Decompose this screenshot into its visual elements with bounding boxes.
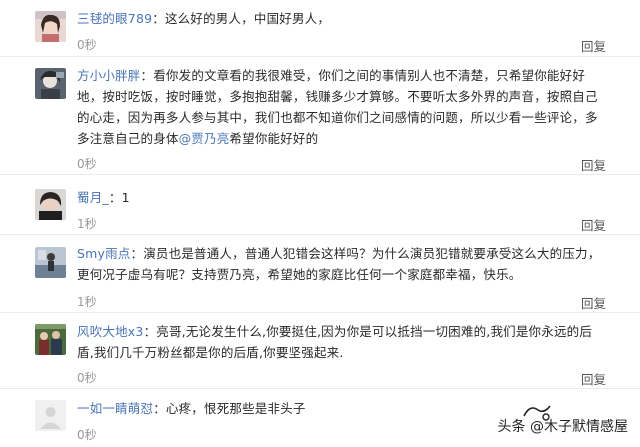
comment-time: 1秒 (77, 217, 97, 231)
avatar-girl-icon[interactable] (35, 11, 66, 42)
reply-button[interactable]: 回复 (581, 369, 606, 388)
comment-time: 0秒 (77, 428, 97, 442)
comment-text: 看你发的文章看的我很难受，你们之间的事情别人也不清楚，只希望你能好好地，按时吃饭… (77, 68, 598, 146)
avatar-blank-icon[interactable] (35, 400, 66, 431)
reply-button[interactable]: 回复 (581, 155, 606, 174)
mention-link[interactable]: @贾乃亮 (179, 131, 230, 146)
comment-text: 这么好的男人，中国好男人， (164, 11, 331, 26)
avatar-figure-icon[interactable] (35, 247, 66, 278)
comment-time: 0秒 (77, 38, 97, 52)
comment-username[interactable]: 方小小胖胖 (77, 68, 141, 83)
comment-text: 演员也是普通人，普通人犯错会这样吗？为什么演员犯错就要承受这么大的压力，更何况子… (77, 246, 601, 282)
comment-username[interactable]: 蜀月_ (77, 190, 109, 205)
comment-text: 心疼，恨死那些是非头子 (165, 401, 306, 416)
comment-username[interactable]: 三毬的眼789 (77, 11, 152, 26)
comment-item: 方小小胖胖：看你发的文章看的我很难受，你们之间的事情别人也不清楚，只希望你能好好… (0, 56, 640, 175)
comment-body: 三毬的眼789：这么好的男人，中国好男人， (77, 11, 331, 26)
avatar-anime-icon[interactable] (35, 68, 66, 99)
comment-item: Smy雨点：演员也是普通人，普通人犯错会这样吗？为什么演员犯错就要承受这么大的压… (0, 234, 640, 313)
comment-username[interactable]: 风吹大地x3 (77, 324, 144, 339)
comment-text: 1 (121, 190, 130, 205)
comment-username[interactable]: 一如一睛萌怼 (77, 401, 153, 416)
comment-body: 蜀月_：1 (77, 190, 130, 205)
comment-time: 1秒 (77, 295, 97, 309)
reply-button[interactable]: 回复 (581, 36, 606, 55)
comment-time: 0秒 (77, 157, 97, 171)
reply-button[interactable]: 回复 (581, 293, 606, 312)
comment-username[interactable]: Smy雨点 (77, 246, 131, 261)
reply-button[interactable]: 回复 (581, 215, 606, 234)
comment-item: 三毬的眼789：这么好的男人，中国好男人， 0秒 回复 (0, 0, 640, 56)
avatar-group-icon[interactable] (35, 324, 66, 355)
comment-body: 风吹大地x3：亮哥,无论发生什么,你要挺住,因为你是可以抵挡一切困难的,我们是你… (77, 324, 593, 360)
comment-text-after: 希望你能好好的 (229, 131, 319, 146)
watermark-text: 头条 @木子默情感屋 (497, 419, 628, 435)
comment-item: 风吹大地x3：亮哥,无论发生什么,你要挺住,因为你是可以抵挡一切困难的,我们是你… (0, 312, 640, 389)
avatar-photo-icon[interactable] (35, 189, 66, 220)
comment-body: Smy雨点：演员也是普通人，普通人犯错会这样吗？为什么演员犯错就要承受这么大的压… (77, 246, 601, 282)
comment-time: 0秒 (77, 371, 97, 385)
comment-body: 方小小胖胖：看你发的文章看的我很难受，你们之间的事情别人也不清楚，只希望你能好好… (77, 68, 598, 146)
comment-list: 三毬的眼789：这么好的男人，中国好男人， 0秒 回复 方小小胖胖：看你发的文章… (0, 0, 640, 446)
comment-item: 蜀月_：1 1秒 回复 (0, 174, 640, 235)
